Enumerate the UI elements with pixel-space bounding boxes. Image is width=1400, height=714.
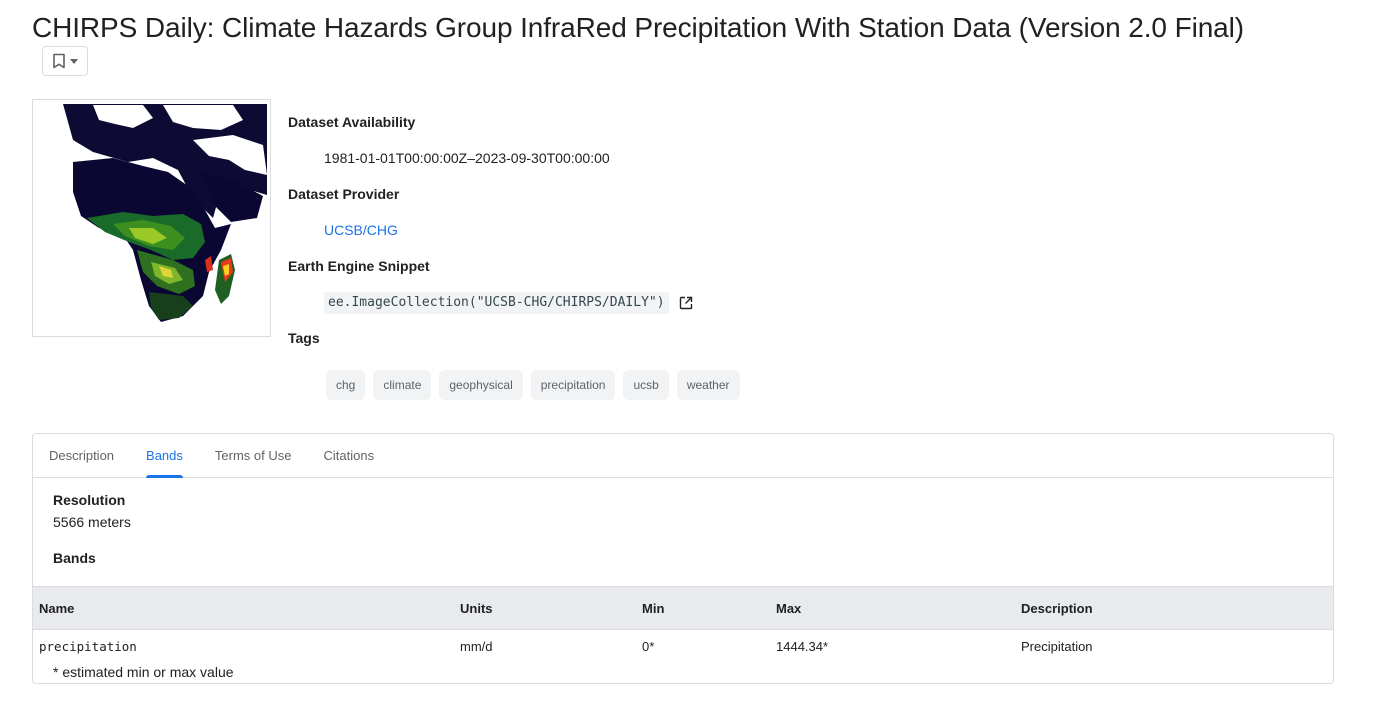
snippet-code: ee.ImageCollection("UCSB-CHG/CHIRPS/DAIL… [324, 292, 669, 314]
column-header-description: Description [1021, 600, 1093, 616]
provider-label: Dataset Provider [288, 186, 400, 202]
bookmark-button[interactable] [42, 46, 88, 76]
dataset-details-card: Description Bands Terms of Use Citations… [32, 433, 1334, 684]
band-units: mm/d [460, 638, 493, 654]
column-header-name: Name [39, 600, 75, 616]
africa-precipitation-map [33, 100, 270, 336]
availability-value: 1981-01-01T00:00:00Z–2023-09-30T00:00:00 [324, 150, 610, 166]
tab-terms-of-use[interactable]: Terms of Use [199, 434, 308, 478]
provider-link[interactable]: UCSB/CHG [324, 222, 398, 238]
column-header-min: Min [642, 600, 665, 616]
tag-chip[interactable]: geophysical [439, 370, 523, 400]
tags-label: Tags [288, 330, 320, 346]
tag-chip[interactable]: weather [676, 370, 740, 400]
page-title: CHIRPS Daily: Climate Hazards Group Infr… [32, 10, 1252, 82]
band-name: precipitation [39, 638, 137, 654]
tag-chip[interactable]: ucsb [623, 370, 669, 400]
bookmark-icon [52, 53, 66, 69]
bands-label: Bands [53, 550, 96, 566]
page-header: CHIRPS Daily: Climate Hazards Group Infr… [32, 10, 1252, 82]
table-row: precipitation mm/d 0* 1444.34* Precipita… [33, 630, 1333, 662]
snippet-value: ee.ImageCollection("UCSB-CHG/CHIRPS/DAIL… [324, 292, 693, 314]
resolution-label: Resolution [53, 492, 126, 508]
provider-value: UCSB/CHG [324, 220, 398, 240]
tag-list: chg climate geophysical precipitation uc… [326, 370, 740, 400]
band-min: 0* [642, 638, 655, 654]
tab-citations[interactable]: Citations [307, 434, 390, 478]
table-header: Name Units Min Max Description [33, 586, 1333, 630]
tab-bar: Description Bands Terms of Use Citations [33, 434, 1333, 478]
estimate-footnote: * estimated min or max value [53, 664, 234, 680]
caret-down-icon [70, 58, 78, 64]
tag-chip[interactable]: precipitation [530, 370, 616, 400]
open-in-new-icon[interactable] [679, 296, 693, 310]
tag-chip[interactable]: climate [373, 370, 432, 400]
resolution-value: 5566 meters [53, 514, 131, 530]
page-title-text: CHIRPS Daily: Climate Hazards Group Infr… [32, 12, 1244, 43]
band-max: 1444.34* [776, 638, 829, 654]
tag-chip[interactable]: chg [326, 370, 366, 400]
column-header-units: Units [460, 600, 493, 616]
column-header-max: Max [776, 600, 802, 616]
dataset-thumbnail [32, 99, 271, 337]
band-description: Precipitation [1021, 638, 1093, 654]
snippet-label: Earth Engine Snippet [288, 258, 430, 274]
bands-table: Name Units Min Max Description precipita… [33, 586, 1333, 662]
availability-label: Dataset Availability [288, 114, 416, 130]
tab-description[interactable]: Description [33, 434, 130, 478]
tab-bands[interactable]: Bands [130, 434, 199, 478]
